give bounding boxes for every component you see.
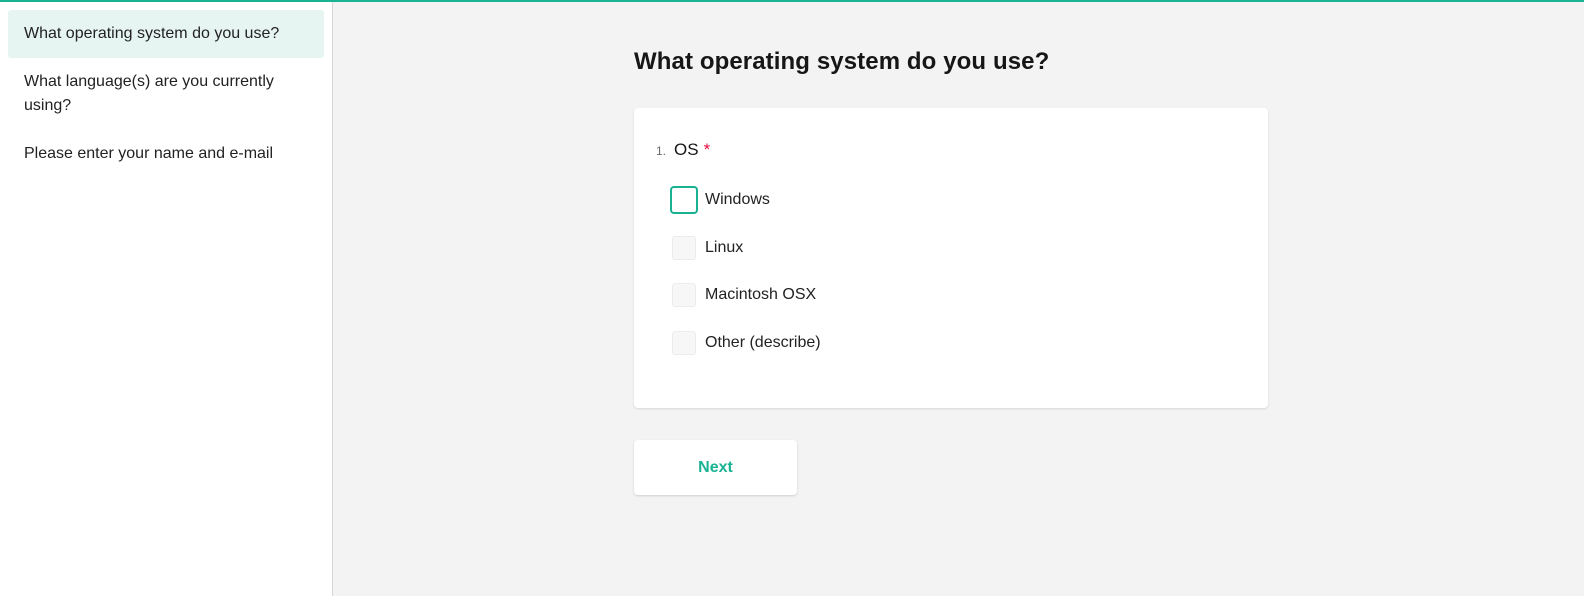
choice-label: Linux: [705, 238, 744, 256]
sidebar-item-operating-system[interactable]: What operating system do you use?: [8, 10, 324, 58]
sidebar-item-label: What language(s) are you currently using…: [24, 73, 274, 114]
choice-linux[interactable]: Linux: [672, 235, 821, 260]
sidebar: What operating system do you use? What l…: [0, 2, 333, 596]
question-header: 1. OS *: [656, 140, 710, 160]
checkbox-windows[interactable]: [670, 186, 698, 214]
choice-label: Macintosh OSX: [705, 286, 817, 303]
checkbox-macintosh-osx[interactable]: [672, 283, 696, 307]
choice-list: Windows Linux Macintosh OSX Other (descr…: [670, 186, 821, 378]
sidebar-item-label: Please enter your name and e-mail: [24, 145, 274, 162]
checkbox-linux[interactable]: [672, 235, 696, 260]
choice-windows[interactable]: Windows: [670, 186, 821, 214]
sidebar-item-languages[interactable]: What language(s) are you currently using…: [8, 58, 324, 130]
page-title: What operating system do you use?: [634, 48, 1050, 75]
survey-main: What operating system do you use? 1. OS …: [334, 2, 1584, 596]
choice-other[interactable]: Other (describe): [672, 330, 821, 355]
choice-label: Other (describe): [705, 333, 821, 351]
required-asterisk: *: [703, 140, 711, 159]
choice-label: Windows: [705, 191, 770, 208]
question-card: 1. OS * Windows Linux Macintosh OSX Othe…: [634, 108, 1268, 408]
sidebar-item-name-email[interactable]: Please enter your name and e-mail: [8, 130, 324, 178]
question-number: 1.: [656, 144, 667, 158]
next-button[interactable]: Next: [634, 440, 797, 495]
checkbox-other[interactable]: [672, 330, 696, 355]
question-title: OS: [674, 140, 699, 159]
choice-macintosh-osx[interactable]: Macintosh OSX: [672, 283, 821, 307]
sidebar-item-label: What operating system do you use?: [24, 25, 280, 42]
